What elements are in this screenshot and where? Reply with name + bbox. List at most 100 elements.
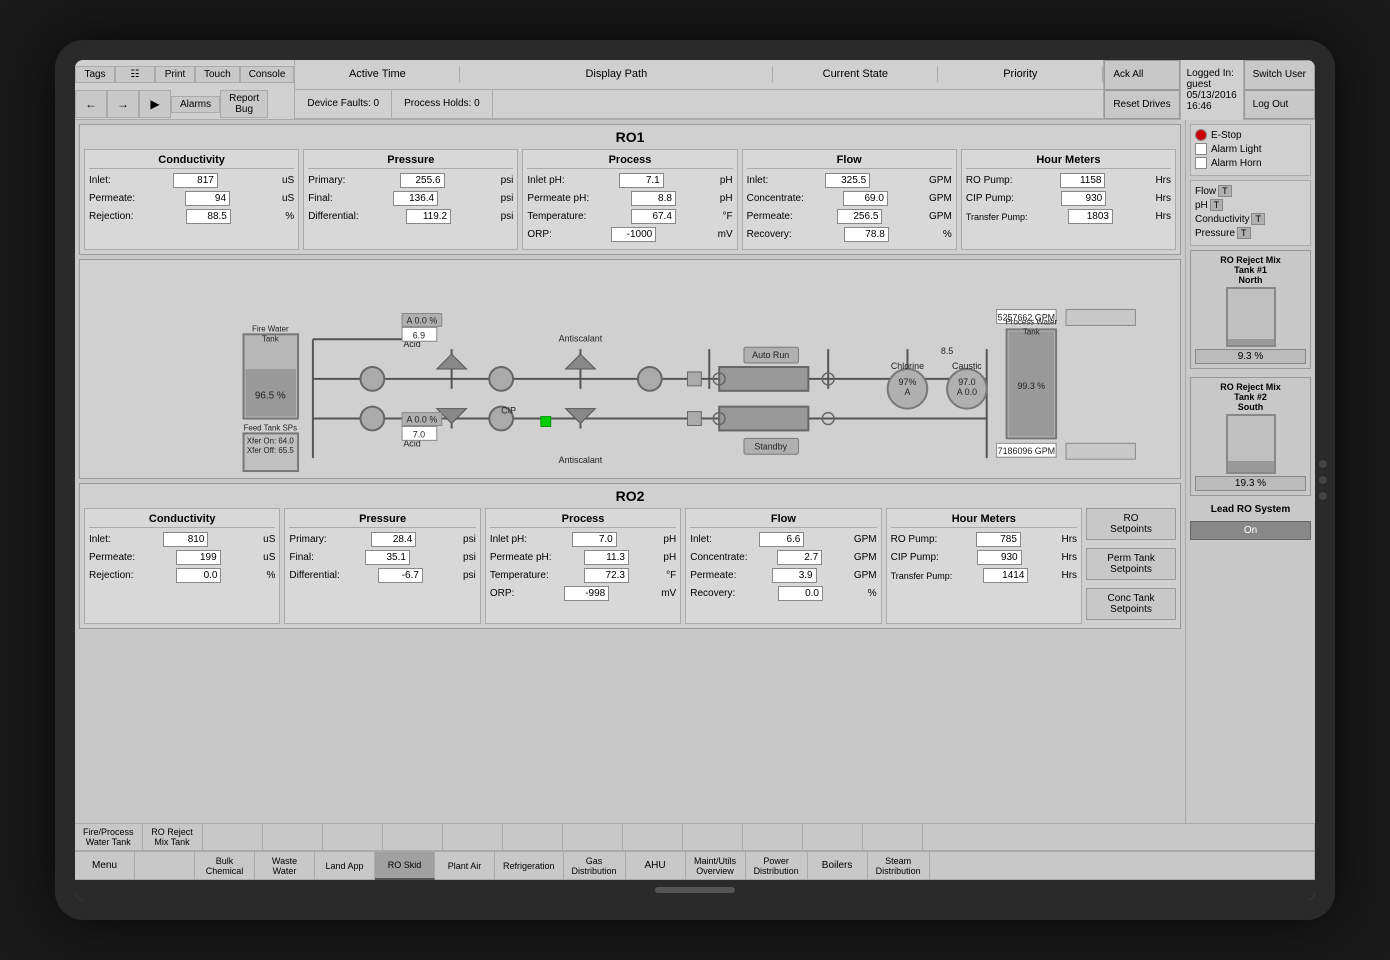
svg-text:A 0.0: A 0.0 <box>957 387 977 397</box>
ro1-process-orp-row: ORP: -1000 mV <box>527 227 732 242</box>
svg-text:Process Water: Process Water <box>1006 317 1058 326</box>
ro1-hour-ro-pump-value: 1158 <box>1060 173 1105 188</box>
nav-plant-air[interactable]: Plant Air <box>435 852 495 880</box>
conc-tank-setpoints-button[interactable]: Conc Tank Setpoints <box>1086 588 1176 620</box>
back-button[interactable]: ← <box>75 90 107 118</box>
ro2-conductivity-rejection-value: 0.0 <box>176 568 221 583</box>
nav-ro-skid[interactable]: RO Skid <box>375 852 435 880</box>
ro1-conductivity-rejection-label: Rejection: <box>89 211 133 222</box>
reject-tank-1-visual <box>1226 287 1276 347</box>
bottom-nav-bottom: Menu Bulk Chemical Waste Water Land App … <box>75 852 1315 880</box>
ro2-conductivity-permeate-unit: uS <box>263 552 275 563</box>
touch-button[interactable]: Touch <box>195 66 240 83</box>
nav-ahu[interactable]: AHU <box>626 852 686 880</box>
ro2-process-permeate-ph-label: Permeate pH: <box>490 552 552 563</box>
priority-header: Priority <box>938 66 1103 82</box>
reject-tank-2-fill <box>1228 461 1274 472</box>
ro1-flow-concentrate-unit: GPM <box>929 193 952 204</box>
ro1-title: RO1 <box>84 129 1176 145</box>
calculator-button[interactable]: ☷ <box>115 66 155 83</box>
home-indicator <box>655 887 735 893</box>
conductivity-indicator: Conductivity T <box>1195 213 1306 225</box>
nav-fire-water-tank[interactable]: Fire/Process Water Tank <box>75 824 143 851</box>
nav-gas-distribution[interactable]: Gas Distribution <box>564 852 626 880</box>
ro2-flow-inlet-unit: GPM <box>854 534 877 545</box>
tablet-frame: Tags ☷ Print Touch Console ← → ▶ Alarms … <box>55 40 1335 920</box>
ro2-process-title: Process <box>490 513 676 528</box>
ro-setpoints-button[interactable]: RO Setpoints <box>1086 508 1176 540</box>
ro1-flow-inlet-unit: GPM <box>929 175 952 186</box>
svg-text:Xfer On: 64.0: Xfer On: 64.0 <box>247 436 295 445</box>
nav-steam-distribution[interactable]: Steam Distribution <box>868 852 930 880</box>
ro1-pressure-final-label: Final: <box>308 193 332 204</box>
alarms-button[interactable]: Alarms <box>171 96 220 113</box>
svg-text:Auto Run: Auto Run <box>752 350 789 360</box>
ro1-flow-concentrate-label: Concentrate: <box>747 193 804 204</box>
ack-all-button[interactable]: Ack All <box>1104 60 1179 90</box>
ro1-flow-title: Flow <box>747 154 952 169</box>
flow-indicator: Flow T <box>1195 185 1306 197</box>
ro2-section: RO2 Conductivity Inlet: 810 uS Permeate: <box>79 483 1181 629</box>
nav-power-distribution[interactable]: Power Distribution <box>746 852 808 880</box>
conductivity-t-badge: T <box>1251 213 1265 225</box>
ro1-process: Process Inlet pH: 7.1 pH Permeate pH: 8.… <box>522 149 737 250</box>
ro1-flow-recovery-value: 78.8 <box>844 227 889 242</box>
ro1-process-temp-row: Temperature: 67.4 °F <box>527 209 732 224</box>
ro2-flow-permeate-label: Permeate: <box>690 570 736 581</box>
ro2-conductivity-rejection-unit: % <box>267 570 276 581</box>
perm-tank-setpoints-button[interactable]: Perm Tank Setpoints <box>1086 548 1176 580</box>
center-panel: RO1 Conductivity Inlet: 817 uS Permeate: <box>75 120 1185 823</box>
switch-user-button[interactable]: Switch User <box>1244 60 1315 90</box>
nav-boilers[interactable]: Boilers <box>808 852 868 880</box>
ro1-flow-inlet-row: Inlet: 325.5 GPM <box>747 173 952 188</box>
nav-bulk-chemical[interactable]: Bulk Chemical <box>195 852 255 880</box>
svg-text:Tank: Tank <box>262 334 279 343</box>
flow-t-badge: T <box>1218 185 1232 197</box>
alarm-light-row: Alarm Light <box>1195 143 1306 155</box>
alarm-light-checkbox <box>1195 143 1207 155</box>
report-bug-button[interactable]: Report Bug <box>220 90 268 118</box>
ro2-metrics: Conductivity Inlet: 810 uS Permeate: 199… <box>84 508 1176 624</box>
ro2-title: RO2 <box>84 488 1176 504</box>
console-button[interactable]: Console <box>240 66 295 83</box>
print-button[interactable]: Print <box>155 66 195 83</box>
nav-land-app[interactable]: Land App <box>315 852 375 880</box>
ro2-flow-title: Flow <box>690 513 876 528</box>
reject-tank-2-value: 19.3 % <box>1195 476 1306 491</box>
ro2-hour-transfer-pump-value: 1414 <box>983 568 1028 583</box>
forward-button[interactable]: → <box>107 90 139 118</box>
svg-text:Antiscalant: Antiscalant <box>559 333 603 343</box>
date-label: 05/13/2016 <box>1187 90 1237 101</box>
ro1-flow-recovery-label: Recovery: <box>747 229 792 240</box>
lead-ro-button[interactable]: On <box>1190 521 1311 540</box>
ro2-conductivity-rejection-label: Rejection: <box>89 570 133 581</box>
ro2-hour-ro-pump-value: 785 <box>976 532 1021 547</box>
nav-menu[interactable]: Menu <box>75 852 135 880</box>
log-out-button[interactable]: Log Out <box>1244 90 1315 120</box>
svg-text:Standby: Standby <box>754 441 787 451</box>
ro2-flow-permeate-row: Permeate: 3.9 GPM <box>690 568 876 583</box>
nav-waste-water[interactable]: Waste Water <box>255 852 315 880</box>
tags-button[interactable]: Tags <box>75 66 115 83</box>
ro2-hour-transfer-pump-label: Transfer Pump: <box>891 571 953 581</box>
ro1-pressure-diff-label: Differential: <box>308 211 358 222</box>
ro2-process-inlet-ph-unit: pH <box>663 534 676 545</box>
ro1-conductivity-rejection-unit: % <box>285 211 294 222</box>
indicator-badges: Flow T pH T Conductivity T Pressure T <box>1190 180 1311 246</box>
ro2-hour-ro-pump-row: RO Pump: 785 Hrs <box>891 532 1077 547</box>
screen: Tags ☷ Print Touch Console ← → ▶ Alarms … <box>75 60 1315 900</box>
ro1-hour-transfer-pump-label: Transfer Pump: <box>966 212 1028 222</box>
nav-top-15 <box>923 824 1315 851</box>
nav-maint-utils[interactable]: Maint/Utils Overview <box>686 852 746 880</box>
video-button[interactable]: ▶ <box>139 90 171 118</box>
right-panel: E-Stop Alarm Light Alarm Horn Flow T <box>1185 120 1315 823</box>
nav-refrigeration[interactable]: Refrigeration <box>495 852 564 880</box>
active-time-header: Active Time <box>295 66 460 82</box>
svg-text:96.5 %: 96.5 % <box>255 391 286 402</box>
ro2-process-temp-label: Temperature: <box>490 570 549 581</box>
toolbar-right: Ack All Reset Drives <box>1103 60 1179 119</box>
nav-top-11 <box>683 824 743 851</box>
reset-drives-button[interactable]: Reset Drives <box>1104 90 1179 120</box>
nav-ro-reject-mix-tank[interactable]: RO Reject Mix Tank <box>143 824 203 851</box>
ph-indicator: pH T <box>1195 199 1306 211</box>
